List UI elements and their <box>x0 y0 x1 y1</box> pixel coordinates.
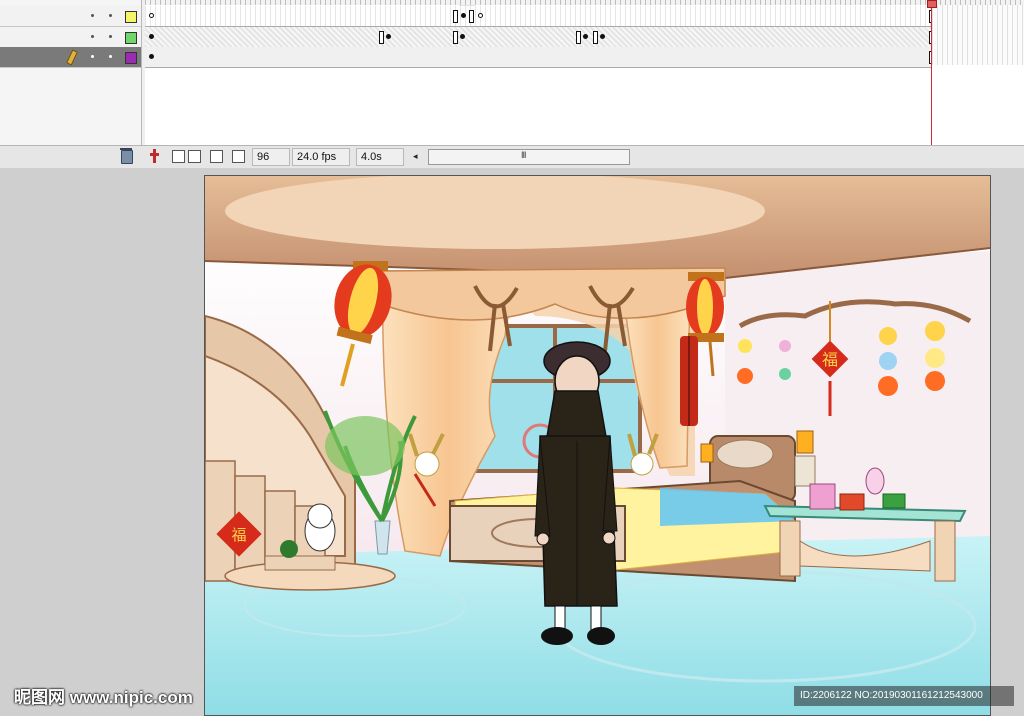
timeline-footer: 96 24.0 fps 4.0s ◂ III <box>0 145 1024 169</box>
edit-multiple-frames-icon[interactable] <box>210 150 223 163</box>
trash-icon[interactable] <box>120 148 133 164</box>
fu-character: 福 <box>822 350 838 369</box>
outline-color-box[interactable] <box>125 11 137 23</box>
scroll-left-arrow-icon[interactable]: ◂ <box>413 151 418 162</box>
bedroom-scene: 福 福 <box>205 176 990 715</box>
layer-row-1[interactable] <box>0 6 141 27</box>
empty-keyframe[interactable] <box>149 13 154 18</box>
playhead-line[interactable] <box>931 0 932 145</box>
keyframe[interactable] <box>149 54 154 59</box>
outline-color-box[interactable] <box>125 32 137 44</box>
horizontal-scrollbar[interactable]: III <box>428 149 630 165</box>
center-frame-icon[interactable] <box>150 149 159 163</box>
current-frame: 96 <box>252 148 290 166</box>
keyframe[interactable] <box>460 34 465 39</box>
frame-row-3[interactable] <box>145 47 934 68</box>
frame-end-marker[interactable] <box>469 10 474 23</box>
lock-dot[interactable] <box>109 35 112 38</box>
frame-end-marker[interactable] <box>576 31 581 44</box>
frame-row-2[interactable] <box>145 27 934 48</box>
pencil-icon <box>66 49 78 66</box>
ceiling-light-oval <box>225 176 765 249</box>
keyframe[interactable] <box>149 34 154 39</box>
empty-keyframe[interactable] <box>478 13 483 18</box>
modify-markers-icon[interactable] <box>232 150 245 163</box>
frame-area[interactable] <box>145 0 1024 145</box>
eye-dot[interactable] <box>91 35 94 38</box>
frame-end-marker[interactable] <box>379 31 384 44</box>
watermark-site: 昵图网 www.nipic.com <box>14 688 193 707</box>
eye-dot[interactable] <box>91 55 94 58</box>
fu-character-stairs: 福 <box>231 526 246 544</box>
frame-ruler[interactable] <box>145 0 1024 5</box>
stage-area: 福 福 <box>0 168 1024 716</box>
stage-canvas[interactable]: 福 福 <box>204 175 991 716</box>
empty-frame-region <box>932 5 1024 65</box>
scroll-thumb-grip[interactable]: III <box>521 150 526 160</box>
layer-row-3-selected[interactable] <box>0 47 141 68</box>
layer-row-2[interactable] <box>0 27 141 48</box>
frame-end-marker[interactable] <box>453 10 458 23</box>
frame-end-marker[interactable] <box>453 31 458 44</box>
keyframe[interactable] <box>583 34 588 39</box>
keyframe[interactable] <box>600 34 605 39</box>
keyframe[interactable] <box>386 34 391 39</box>
keyframe[interactable] <box>461 13 466 18</box>
firecracker-string <box>680 336 698 426</box>
onion-outline-icon[interactable] <box>188 150 201 163</box>
lock-dot[interactable] <box>109 55 112 58</box>
eye-dot[interactable] <box>91 14 94 17</box>
frame-row-1[interactable] <box>145 6 934 27</box>
elapsed-time: 4.0s <box>356 148 404 166</box>
layer-list <box>0 0 142 145</box>
timeline-panel: 96 24.0 fps 4.0s ◂ III <box>0 0 1024 169</box>
outline-color-box[interactable] <box>125 52 137 64</box>
onion-skin-icon[interactable] <box>172 150 185 163</box>
lock-dot[interactable] <box>109 14 112 17</box>
watermark-id: ID:2206122 NO:20190301161212543000 <box>794 686 1014 706</box>
frame-end-marker[interactable] <box>593 31 598 44</box>
playhead-handle[interactable] <box>927 0 937 8</box>
frame-rate: 24.0 fps <box>292 148 350 166</box>
